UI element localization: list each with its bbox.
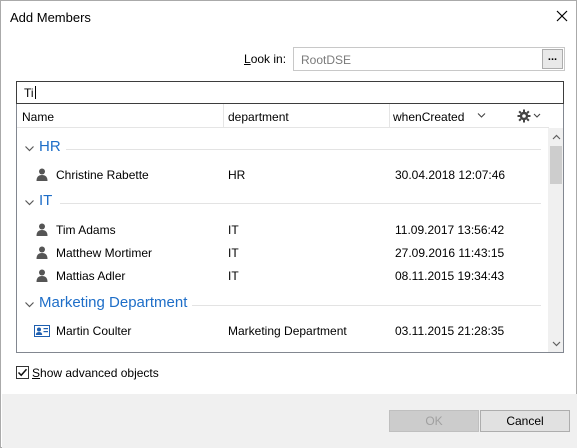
dialog-title: Add Members bbox=[10, 10, 91, 25]
close-button[interactable] bbox=[551, 5, 573, 27]
cell-name: Matthew Mortimer bbox=[56, 246, 153, 260]
cell-name: Christine Rabette bbox=[56, 168, 149, 182]
search-value: Ti bbox=[24, 86, 34, 100]
cell-department: Marketing Department bbox=[228, 324, 347, 338]
close-icon bbox=[556, 10, 568, 22]
chevron-down-icon bbox=[552, 341, 560, 346]
show-advanced-objects-checkbox[interactable] bbox=[16, 366, 29, 379]
table-row[interactable]: Tim Adams IT 11.09.2017 13:56:42 bbox=[17, 219, 549, 241]
cell-whencreated: 30.04.2018 12:07:46 bbox=[395, 168, 506, 182]
group-divider bbox=[192, 305, 541, 306]
cell-name: Martin Coulter bbox=[56, 324, 132, 338]
text-caret bbox=[34, 86, 36, 99]
user-icon bbox=[36, 246, 48, 259]
members-grid: Name department whenCreated HR Christine… bbox=[16, 104, 564, 353]
column-separator[interactable] bbox=[389, 104, 390, 128]
group-name: HR bbox=[39, 138, 61, 155]
cell-department: IT bbox=[228, 246, 239, 260]
scroll-up-button[interactable] bbox=[548, 128, 563, 145]
table-row[interactable]: Christine Rabette HR 30.04.2018 12:07:46 bbox=[17, 164, 549, 186]
chevron-down-icon bbox=[25, 146, 34, 152]
cell-whencreated: 27.09.2016 11:43:15 bbox=[395, 246, 505, 260]
chevron-down-icon bbox=[25, 200, 34, 206]
cell-department: IT bbox=[228, 269, 239, 283]
dialog-footer: OK Cancel bbox=[2, 394, 577, 448]
cancel-button[interactable]: Cancel bbox=[480, 410, 570, 432]
scroll-down-button[interactable] bbox=[548, 335, 563, 352]
look-in-value: RootDSE bbox=[301, 53, 352, 67]
column-separator[interactable] bbox=[223, 104, 224, 128]
vertical-scrollbar[interactable] bbox=[548, 128, 563, 352]
cell-whencreated: 03.11.2015 21:28:35 bbox=[395, 324, 505, 338]
scrollbar-thumb[interactable] bbox=[550, 146, 562, 184]
look-in-field[interactable]: RootDSE ... bbox=[293, 47, 565, 71]
table-row[interactable]: Matthew Mortimer IT 27.09.2016 11:43:15 bbox=[17, 242, 549, 264]
column-header-whencreated[interactable]: whenCreated bbox=[393, 110, 464, 124]
user-icon bbox=[36, 269, 48, 282]
cell-whencreated: 11.09.2017 13:56:42 bbox=[395, 223, 505, 237]
group-divider bbox=[66, 149, 541, 150]
group-header-it[interactable]: IT bbox=[17, 192, 549, 214]
grid-header: Name department whenCreated bbox=[17, 104, 549, 128]
group-name: Marketing Department bbox=[39, 294, 188, 311]
table-row[interactable]: Martin Coulter Marketing Department 03.1… bbox=[17, 320, 549, 342]
ok-button[interactable]: OK bbox=[389, 410, 479, 432]
group-divider bbox=[60, 203, 541, 204]
chevron-up-icon bbox=[552, 134, 560, 139]
cell-whencreated: 08.11.2015 19:34:43 bbox=[395, 269, 505, 283]
search-input[interactable]: Ti bbox=[16, 81, 564, 104]
user-icon bbox=[36, 223, 48, 236]
column-header-name[interactable]: Name bbox=[22, 110, 54, 124]
cell-name: Mattias Adler bbox=[56, 269, 126, 283]
cell-department: HR bbox=[228, 168, 246, 182]
table-row[interactable]: Mattias Adler IT 08.11.2015 19:34:43 bbox=[17, 265, 549, 287]
chevron-down-icon bbox=[25, 302, 34, 308]
column-header-department[interactable]: department bbox=[228, 110, 289, 124]
gear-icon[interactable] bbox=[517, 109, 531, 123]
group-header-hr[interactable]: HR bbox=[17, 138, 549, 160]
look-in-label: Look in: bbox=[244, 52, 287, 66]
checkmark-icon bbox=[17, 368, 28, 377]
add-members-dialog: Add Members Look in: RootDSE ... Ti Name… bbox=[0, 0, 577, 448]
browse-button[interactable]: ... bbox=[542, 49, 563, 69]
chevron-down-icon[interactable] bbox=[533, 112, 541, 120]
sort-descending-icon bbox=[477, 113, 486, 118]
cell-name: Tim Adams bbox=[56, 223, 116, 237]
group-header-marketing-department[interactable]: Marketing Department bbox=[17, 294, 549, 316]
group-name: IT bbox=[39, 192, 53, 209]
contact-card-icon bbox=[34, 325, 50, 337]
user-icon bbox=[36, 168, 48, 181]
show-advanced-objects-label: Show advanced objects bbox=[32, 366, 159, 380]
cell-department: IT bbox=[228, 223, 239, 237]
